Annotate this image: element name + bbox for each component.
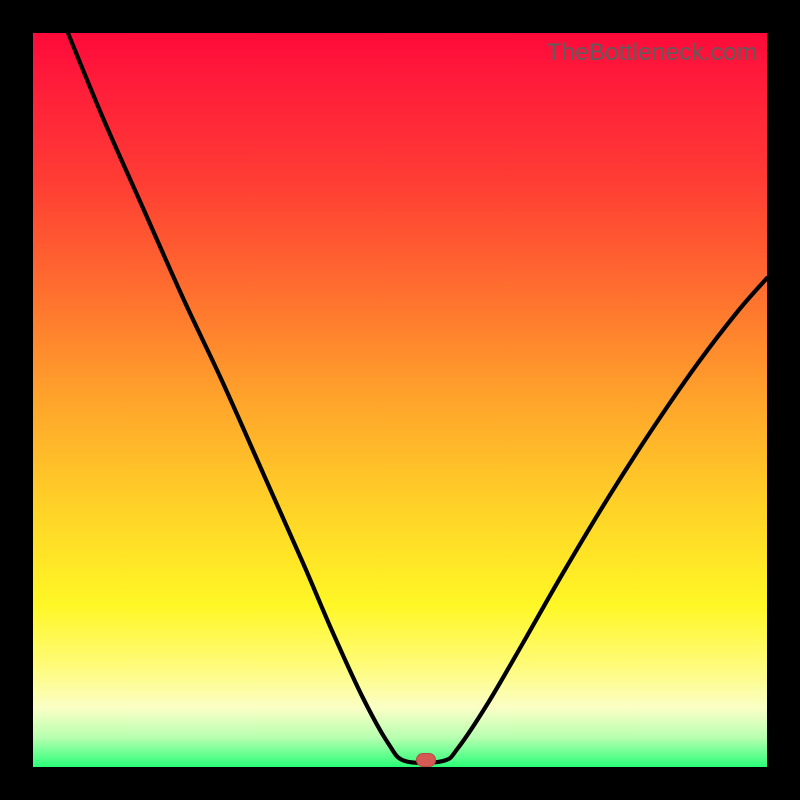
curve-path — [68, 33, 767, 763]
bottleneck-curve — [33, 33, 767, 767]
chart-frame: TheBottleneck.com — [0, 0, 800, 800]
optimum-marker — [416, 753, 436, 767]
plot-area: TheBottleneck.com — [33, 33, 767, 767]
